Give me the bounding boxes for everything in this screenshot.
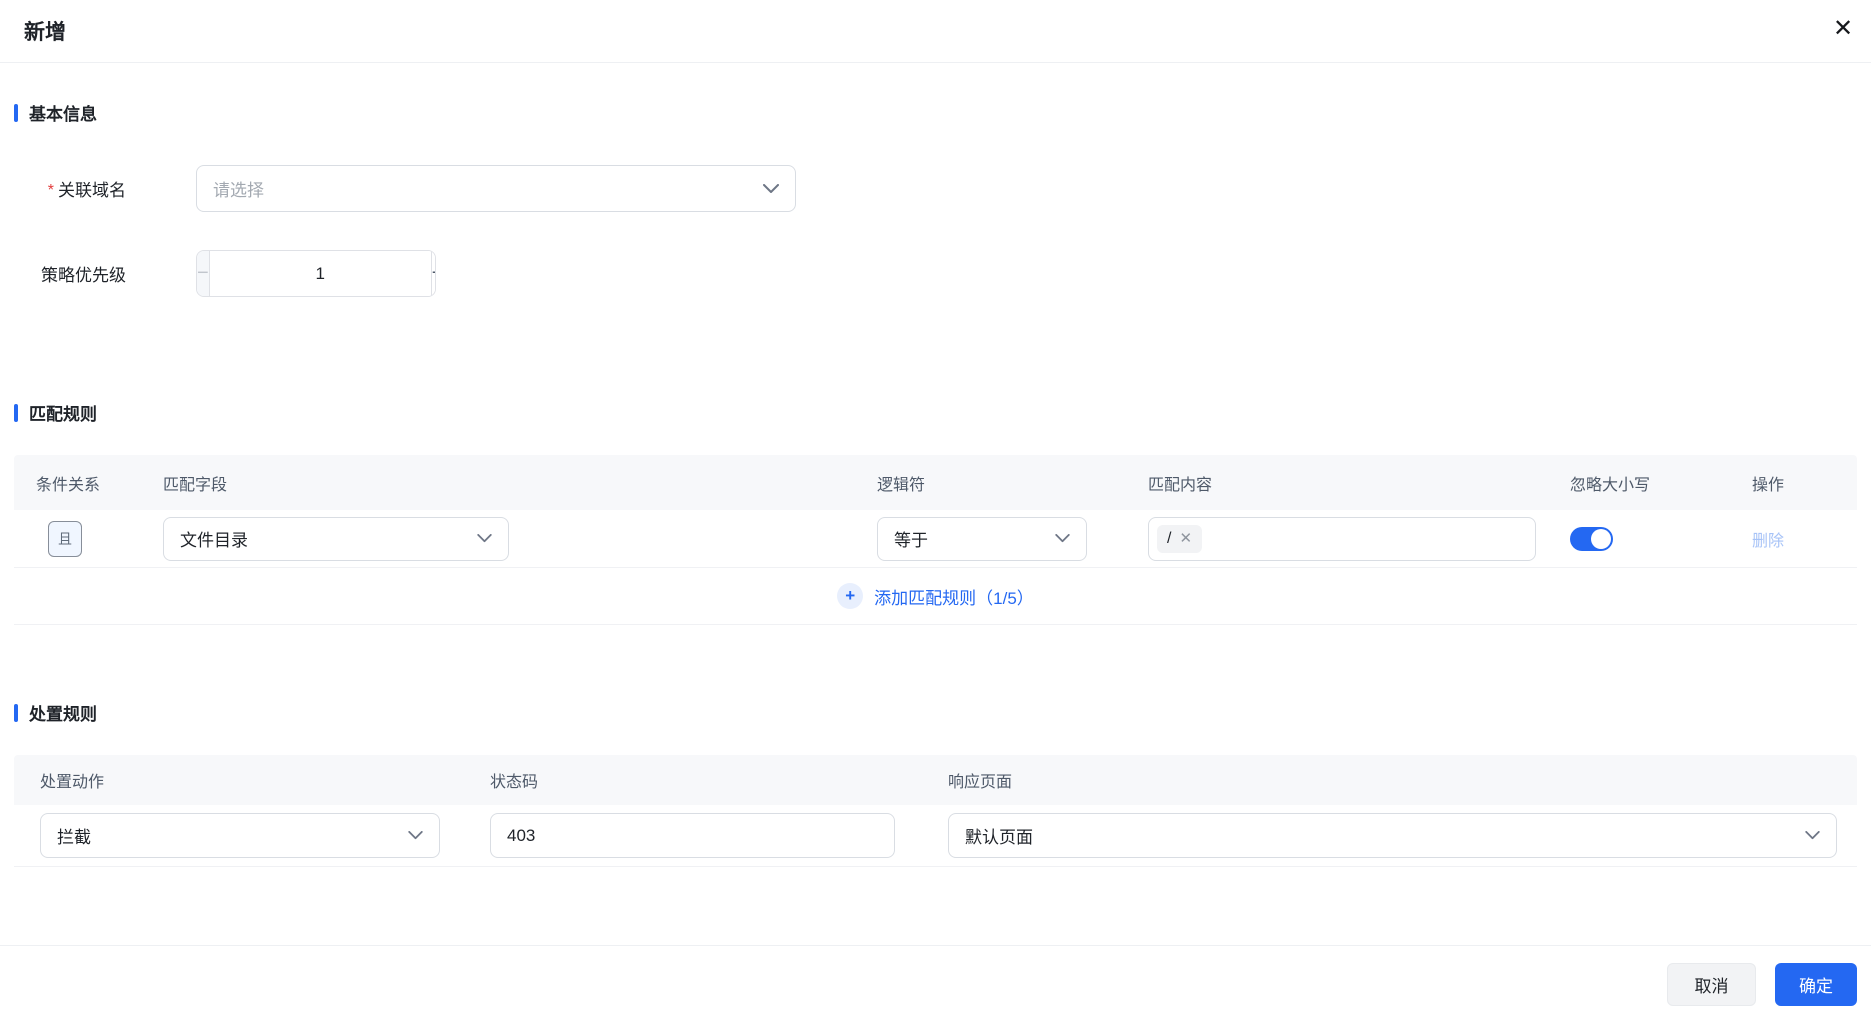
section-action-rules: 处置规则	[14, 700, 1857, 725]
operation-cell: 删除	[1730, 527, 1857, 551]
domain-select-placeholder: 请选择	[213, 181, 264, 200]
operator-value: 等于	[894, 531, 928, 550]
stepper-minus-button[interactable]: −	[197, 251, 210, 296]
response-page-select[interactable]: 默认页面	[948, 813, 1837, 858]
content-tag-value: /	[1167, 529, 1172, 547]
dialog-body: 基本信息 * 关联域名 请选择 策略优先级 − +	[0, 63, 1871, 867]
dialog-header: 新增	[0, 0, 1871, 63]
col-header-field: 匹配字段	[163, 476, 228, 494]
col-header-ignore-case: 忽略大小写	[1570, 476, 1651, 494]
response-page-value: 默认页面	[965, 828, 1033, 847]
domain-select[interactable]: 请选择	[196, 165, 796, 212]
priority-label: 策略优先级	[14, 261, 126, 286]
priority-label-text: 策略优先级	[41, 266, 126, 285]
domain-label-text: 关联域名	[58, 181, 126, 200]
col-header-content: 匹配内容	[1148, 476, 1213, 494]
col-header-response-page: 响应页面	[948, 774, 1013, 791]
match-rules-table: 条件关系 匹配字段 逻辑符 匹配内容 忽略大小写 操作 且 文件目录 等于 / …	[14, 455, 1857, 625]
dialog-footer: 取消 确定	[0, 945, 1871, 1023]
match-field-value: 文件目录	[180, 531, 248, 550]
action-value: 拦截	[57, 828, 91, 847]
chevron-down-icon	[1805, 831, 1820, 840]
content-tag: / ✕	[1157, 524, 1203, 553]
status-code-input[interactable]	[490, 813, 895, 858]
relation-cell: 且	[14, 520, 141, 557]
cancel-button[interactable]: 取消	[1667, 963, 1756, 1006]
section-action-title: 处置规则	[29, 705, 97, 724]
chevron-down-icon	[763, 183, 779, 194]
close-icon[interactable]: ✕	[1825, 10, 1861, 46]
match-rule-row: 且 文件目录 等于 / ✕ 删除	[14, 510, 1857, 568]
col-header-relation: 条件关系	[36, 476, 101, 494]
required-asterisk: *	[47, 181, 54, 199]
priority-input[interactable]	[209, 251, 431, 296]
confirm-button[interactable]: 确定	[1775, 963, 1857, 1006]
status-code-cell	[464, 813, 922, 858]
tag-close-icon[interactable]: ✕	[1179, 531, 1192, 546]
delete-rule-link[interactable]: 删除	[1752, 527, 1784, 551]
operator-select[interactable]: 等于	[877, 516, 1087, 561]
chevron-down-icon	[477, 534, 492, 543]
ignore-case-toggle[interactable]	[1570, 526, 1613, 551]
section-accent-bar	[14, 103, 18, 122]
chevron-down-icon	[408, 831, 423, 840]
form-row-domain: * 关联域名 请选择	[14, 165, 1857, 212]
operator-cell: 等于	[855, 516, 1126, 561]
section-basic-info: 基本信息	[14, 100, 1857, 125]
toggle-knob	[1591, 528, 1611, 549]
section-accent-bar	[14, 703, 18, 722]
dialog-title: 新增	[24, 21, 66, 44]
action-rules-table: 处置动作 状态码 响应页面 拦截 403 默认页面	[14, 755, 1857, 867]
chevron-down-icon	[1055, 534, 1070, 543]
relation-and-badge[interactable]: 且	[48, 520, 82, 557]
add-rule-dialog: 新增 ✕ 基本信息 * 关联域名 请选择 策略优先级 − 1 匹配规则 条件关系…	[0, 0, 1871, 1023]
content-cell: / ✕	[1126, 516, 1548, 561]
add-match-rule-label: 添加匹配规则（1/5）	[874, 588, 1034, 608]
action-cell: 拦截	[14, 813, 464, 858]
section-match-rules: 匹配规则	[14, 400, 1857, 425]
action-table-header: 处置动作 状态码 响应页面	[14, 755, 1857, 805]
action-rule-row: 拦截 默认页面	[14, 805, 1857, 867]
domain-label: * 关联域名	[14, 176, 126, 201]
match-content-input[interactable]: / ✕	[1148, 516, 1536, 561]
ignore-case-cell	[1548, 526, 1730, 551]
form-row-priority: 策略优先级 − +	[14, 250, 1857, 297]
col-header-operator: 逻辑符	[877, 476, 926, 494]
col-header-action: 处置动作	[40, 774, 105, 791]
field-cell: 文件目录	[141, 516, 855, 561]
action-select[interactable]: 拦截	[40, 813, 440, 858]
priority-stepper: − +	[196, 250, 436, 297]
section-accent-bar	[14, 403, 18, 422]
section-match-title: 匹配规则	[29, 405, 97, 424]
section-basic-title: 基本信息	[29, 105, 97, 124]
response-page-cell: 默认页面	[922, 813, 1857, 858]
col-header-operation: 操作	[1752, 476, 1785, 494]
plus-circle-icon: +	[837, 583, 864, 609]
match-field-select[interactable]: 文件目录	[163, 516, 509, 561]
stepper-plus-button[interactable]: +	[430, 251, 435, 296]
match-table-header: 条件关系 匹配字段 逻辑符 匹配内容 忽略大小写 操作	[14, 455, 1857, 510]
add-match-rule-button[interactable]: + 添加匹配规则（1/5）	[14, 568, 1857, 625]
col-header-status-code: 状态码	[490, 774, 539, 791]
